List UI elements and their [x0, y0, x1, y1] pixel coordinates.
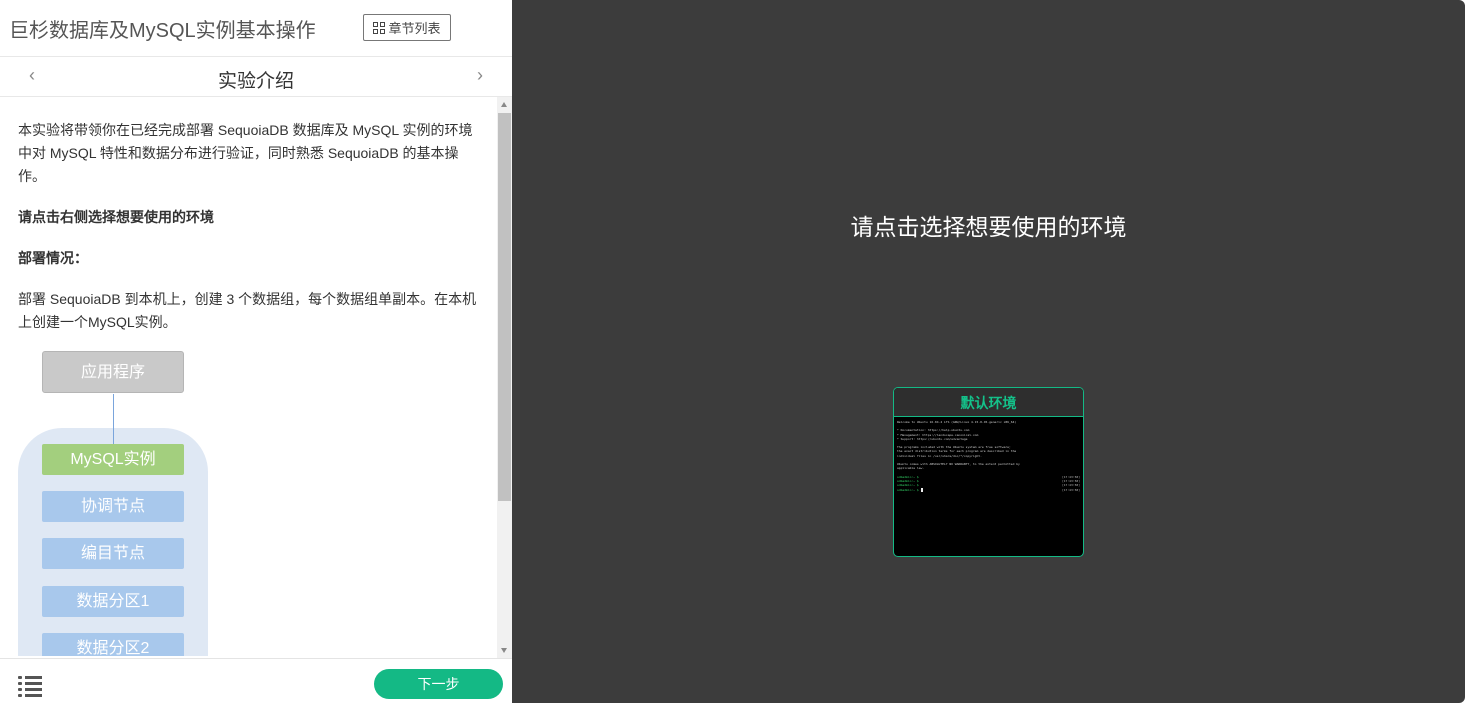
deploy-text: 部署 SequoiaDB 到本机上，创建 3 个数据组，每个数据组单副本。在本机…: [18, 291, 477, 330]
terminal-time: [17:43:58]: [1061, 487, 1080, 492]
choose-env-hint: 请点击右侧选择想要使用的环境: [18, 209, 214, 225]
next-step-button[interactable]: 下一步: [374, 669, 503, 699]
diagram-partition1-box: 数据分区1: [42, 586, 184, 617]
guide-footer: 下一步: [0, 658, 512, 703]
chapter-list-button[interactable]: 章节列表: [363, 14, 451, 41]
next-section-button[interactable]: ›: [470, 65, 490, 86]
intro-text: 本实验将带领你在已经完成部署 SequoiaDB 数据库及 MySQL 实例的环…: [18, 122, 473, 184]
deploy-heading: 部署情况：: [18, 250, 88, 266]
environment-panel: 请点击选择想要使用的环境 默认环境 Welcome to Ubuntu 16.0…: [512, 0, 1465, 703]
scroll-thumb[interactable]: [498, 113, 511, 501]
course-title: 巨杉数据库及MySQL实例基本操作: [9, 20, 316, 42]
chapter-list-label: 章节列表: [388, 21, 441, 36]
terminal-cursor: [920, 487, 923, 492]
scroll-down-arrow-icon[interactable]: [501, 648, 507, 653]
architecture-diagram: 应用程序 MySQL实例 协调节点 编目节点 数据分区1 数据分区2: [18, 350, 208, 656]
diagram-mysql-box: MySQL实例: [42, 444, 184, 475]
env-select-prompt: 请点击选择想要使用的环境: [850, 214, 1127, 240]
default-env-card[interactable]: 默认环境 Welcome to Ubuntu 16.04.4 LTS (GNU/…: [893, 387, 1084, 557]
section-title: 实验介绍: [217, 71, 294, 92]
diagram-partition2-box: 数据分区2: [42, 633, 184, 656]
env-card-title: 默认环境: [894, 388, 1083, 417]
section-nav: ‹ 实验介绍 ›: [0, 57, 512, 97]
grid-icon: [373, 21, 386, 34]
diagram-connector: [113, 394, 114, 446]
lab-guide-panel: 巨杉数据库及MySQL实例基本操作 章节列表 ‹ 实验介绍 › 本实验将带领你在…: [0, 0, 512, 703]
course-header: 巨杉数据库及MySQL实例基本操作 章节列表: [0, 0, 512, 57]
list-icon[interactable]: [18, 675, 42, 697]
diagram-app-box: 应用程序: [42, 351, 184, 393]
terminal-prompt: sdbadmin:~ $: [897, 487, 919, 492]
diagram-catalog-box: 编目节点: [42, 538, 184, 569]
content-scrollbar[interactable]: [497, 97, 512, 658]
scroll-up-arrow-icon[interactable]: [501, 102, 507, 107]
terminal-preview: Welcome to Ubuntu 16.04.4 LTS (GNU/Linux…: [894, 417, 1083, 495]
diagram-coord-box: 协调节点: [42, 491, 184, 522]
